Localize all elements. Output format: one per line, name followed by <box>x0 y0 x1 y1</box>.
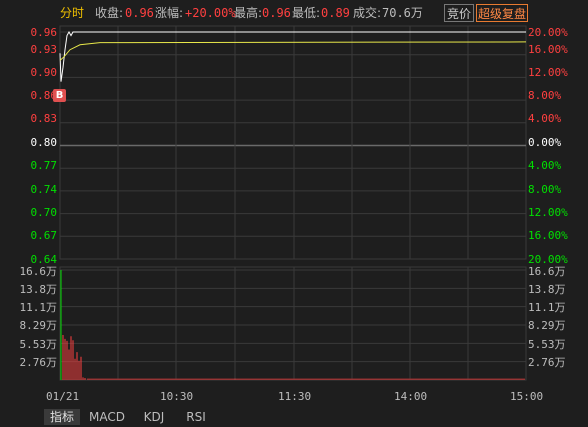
price-line <box>59 30 526 82</box>
time-tick: 11:30 <box>278 390 312 403</box>
volume-tick: 8.29万 <box>19 319 58 332</box>
price-tick: 0.77 <box>30 159 58 172</box>
pct-tick: 12.00% <box>528 66 568 79</box>
volume-tick: 2.76万 <box>528 356 566 369</box>
volume-tick: 11.1万 <box>528 301 566 314</box>
price-tick: 0.93 <box>30 43 58 56</box>
tab-rsi[interactable]: RSI <box>180 409 212 425</box>
volume-tick: 13.8万 <box>528 283 566 296</box>
average-line <box>59 41 527 61</box>
price-lines <box>59 30 527 82</box>
pct-tick: 20.00% <box>528 26 568 39</box>
price-tick: 0.83 <box>30 112 58 125</box>
pct-tick: 4.00% <box>528 112 562 125</box>
pct-tick: 16.00% <box>528 229 568 242</box>
pct-tick: 8.00% <box>528 183 562 196</box>
pct-tick: 4.00% <box>528 159 562 172</box>
volume-tick: 16.6万 <box>528 265 566 278</box>
pct-tick: 12.00% <box>528 206 568 219</box>
price-tick: 0.74 <box>30 183 58 196</box>
price-tick: 0.86 <box>30 89 58 102</box>
pct-tick: 8.00% <box>528 89 562 102</box>
chart-grid <box>59 25 527 381</box>
tab-kdj[interactable]: KDJ <box>138 409 170 425</box>
volume-panel-frame <box>59 266 527 381</box>
price-tick: 0.67 <box>30 229 58 242</box>
price-tick: 0.96 <box>30 26 58 39</box>
time-tick: 01/21 <box>46 390 80 403</box>
intraday-chart[interactable] <box>0 0 588 427</box>
tab-indicator[interactable]: 指标 <box>44 409 80 425</box>
buy-marker[interactable]: B <box>53 89 66 102</box>
pct-tick: 0.00% <box>528 136 562 149</box>
pct-tick: 16.00% <box>528 43 568 56</box>
price-panel-frame <box>59 25 527 260</box>
volume-tick: 2.76万 <box>19 356 58 369</box>
price-tick: 0.90 <box>30 66 58 79</box>
time-tick: 10:30 <box>160 390 194 403</box>
volume-tick: 5.53万 <box>528 338 566 351</box>
volume-tick: 11.1万 <box>19 301 58 314</box>
price-tick: 0.70 <box>30 206 58 219</box>
tab-macd[interactable]: MACD <box>86 409 128 425</box>
volume-tick: 16.6万 <box>19 265 58 278</box>
price-tick: 0.80 <box>30 136 58 149</box>
time-tick: 15:00 <box>510 390 544 403</box>
volume-tick: 8.29万 <box>528 319 566 332</box>
time-tick: 14:00 <box>394 390 428 403</box>
volume-tick: 13.8万 <box>19 283 58 296</box>
volume-tick: 5.53万 <box>19 338 58 351</box>
